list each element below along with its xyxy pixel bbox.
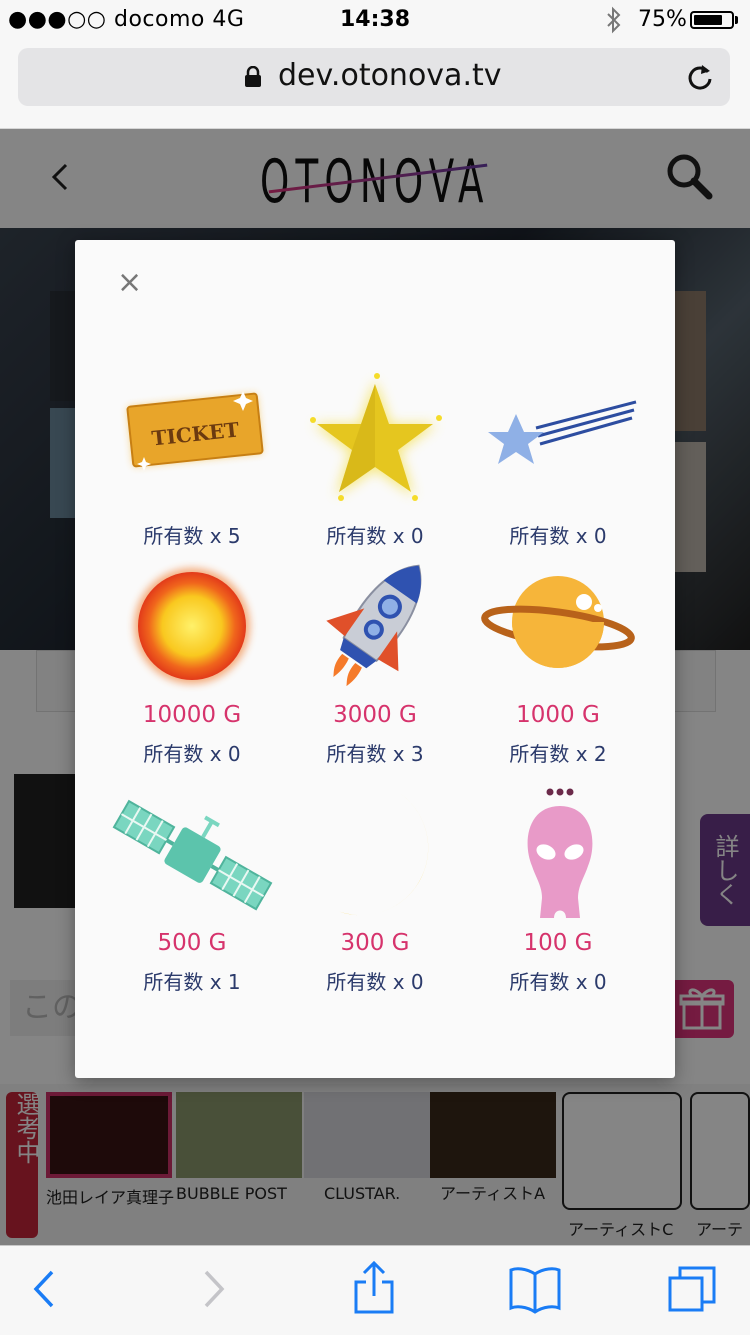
back-icon[interactable] (30, 1268, 60, 1310)
owned-count: 所有数 x 5 (143, 524, 241, 548)
gift-item-ticket[interactable]: TICKET 所有数 x 5 (100, 370, 284, 550)
owned-count: 所有数 x 0 (326, 524, 424, 548)
gift-select-modal: × TICKET 所有数 x 5 所有数 x 0 所有数 x 0 10000 G… (75, 240, 675, 1078)
battery-icon (690, 11, 734, 29)
browser-address-area: dev.otonova.tv (0, 40, 750, 129)
bookmarks-icon[interactable] (508, 1264, 562, 1314)
owned-count: 所有数 x 0 (509, 524, 607, 548)
lock-icon (245, 66, 261, 87)
gift-item-rocket[interactable]: 3000 G 所有数 x 3 (283, 558, 467, 768)
price-label: 500 G (157, 930, 227, 956)
gift-item-alien[interactable]: 100 G 所有数 x 0 (466, 786, 650, 996)
owned-count: 所有数 x 3 (326, 742, 424, 766)
gift-item-moon[interactable]: 300 G 所有数 x 0 (283, 786, 467, 996)
sun-icon (134, 568, 250, 684)
price-label: 3000 G (333, 702, 417, 728)
status-bar: ●●●○○ docomo 4G 14:38 75% (0, 0, 750, 40)
satellite-icon (112, 799, 273, 911)
gift-item-satellite[interactable]: 500 G 所有数 x 1 (100, 786, 284, 996)
owned-count: 所有数 x 2 (509, 742, 607, 766)
share-icon[interactable] (352, 1260, 396, 1316)
reload-icon[interactable] (686, 62, 714, 92)
price-label: 10000 G (142, 702, 242, 728)
browser-toolbar (0, 1245, 750, 1335)
alien-icon (527, 788, 593, 918)
moon-icon (319, 792, 430, 918)
forward-icon[interactable] (198, 1268, 228, 1310)
shooting-star-icon (488, 400, 637, 464)
price-label: 100 G (523, 930, 593, 956)
owned-count: 所有数 x 0 (326, 970, 424, 994)
gift-item-shooting-star[interactable]: 所有数 x 0 (466, 370, 650, 550)
battery-percent: 75% (638, 7, 687, 32)
price-label: 1000 G (516, 702, 600, 728)
gift-item-planet[interactable]: 1000 G 所有数 x 2 (466, 558, 650, 768)
ticket-icon: TICKET (126, 391, 264, 471)
url-text: dev.otonova.tv (278, 58, 502, 93)
gift-item-star[interactable]: 所有数 x 0 (283, 370, 467, 550)
bluetooth-icon (607, 6, 621, 34)
tabs-icon[interactable] (666, 1264, 718, 1314)
gift-item-sun[interactable]: 10000 G 所有数 x 0 (100, 558, 284, 768)
owned-count: 所有数 x 0 (143, 742, 241, 766)
close-button[interactable]: × (117, 268, 142, 298)
star-icon (310, 373, 442, 501)
owned-count: 所有数 x 0 (509, 970, 607, 994)
rocket-icon (326, 564, 422, 687)
planet-icon (481, 576, 635, 668)
owned-count: 所有数 x 1 (143, 970, 241, 994)
price-label: 300 G (340, 930, 410, 956)
address-bar[interactable]: dev.otonova.tv (18, 48, 730, 106)
